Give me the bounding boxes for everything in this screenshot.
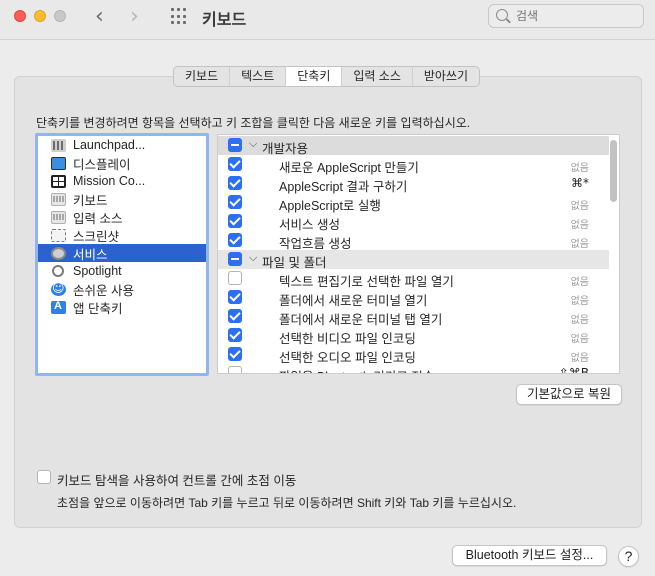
shortcut-key[interactable]: 없음 <box>571 159 589 174</box>
shortcut-row[interactable]: 폴더에서 새로운 터미널 탭 열기 없음 <box>218 307 609 327</box>
shortcut-key[interactable]: 없음 <box>571 292 589 307</box>
keyboard-icon <box>51 192 66 206</box>
category-label: 키보드 <box>73 193 108 208</box>
shortcut-list-scrollbar[interactable] <box>610 140 617 202</box>
category-item-mission-control[interactable]: Mission Co... <box>38 172 206 190</box>
keyboard-navigation-checkbox[interactable] <box>37 470 51 484</box>
shortcut-checkbox[interactable] <box>228 195 242 209</box>
help-button[interactable]: ? <box>618 546 639 567</box>
close-window-button[interactable] <box>14 10 26 22</box>
accessibility-icon <box>51 281 66 296</box>
search-field[interactable] <box>488 4 644 28</box>
shortcut-checkbox[interactable] <box>228 271 242 285</box>
shortcut-key[interactable]: 없음 <box>571 273 589 288</box>
shortcut-checkbox[interactable] <box>228 328 242 342</box>
input-source-icon <box>51 210 66 224</box>
shortcut-checkbox[interactable] <box>228 233 242 247</box>
shortcut-checkbox[interactable] <box>228 347 242 361</box>
category-label: 입력 소스 <box>73 211 123 226</box>
tab-shortcuts[interactable]: 단축키 <box>286 67 343 86</box>
category-label: 스크린샷 <box>73 229 120 244</box>
shortcut-row[interactable]: 새로운 AppleScript 만들기 없음 <box>218 155 609 175</box>
show-all-grid-icon[interactable] <box>171 8 188 25</box>
shortcut-key[interactable]: ⇧⌘B <box>559 366 589 373</box>
shortcut-row[interactable]: 선택한 오디오 파일 인코딩 없음 <box>218 345 609 365</box>
title-bar: ‹ › 키보드 <box>0 0 655 40</box>
shortcut-key[interactable]: 없음 <box>571 197 589 212</box>
tab-keyboard[interactable]: 키보드 <box>174 67 231 86</box>
category-item-app-shortcuts[interactable]: 앱 단축키 <box>38 298 206 316</box>
mission-control-icon <box>51 174 66 188</box>
category-item-services[interactable]: 서비스 <box>38 244 206 262</box>
category-item-spotlight[interactable]: Spotlight <box>38 262 206 280</box>
search-input[interactable] <box>516 8 636 24</box>
shortcut-row[interactable]: 선택한 비디오 파일 인코딩 없음 <box>218 326 609 346</box>
group-checkbox[interactable] <box>228 138 242 152</box>
category-label: 앱 단축키 <box>73 301 123 316</box>
back-button[interactable]: ‹ <box>95 6 104 28</box>
shortcut-label: 파일을 Bluetooth 기기로 전송 <box>279 366 434 373</box>
keyboard-navigation-note: 초점을 앞으로 이동하려면 Tab 키를 누르고 뒤로 이동하려면 Shift … <box>57 496 517 510</box>
chevron-down-icon[interactable]: ⌵ <box>249 251 257 265</box>
shortcut-group-developer[interactable]: ⌵ 개발자용 <box>218 136 609 156</box>
category-item-screenshot[interactable]: 스크린샷 <box>38 226 206 244</box>
shortcut-checkbox[interactable] <box>228 366 242 373</box>
shortcut-key[interactable]: 없음 <box>571 311 589 326</box>
category-list: Launchpad... 디스플레이 Mission Co... 키보드 입력 … <box>35 133 209 376</box>
chevron-down-icon[interactable]: ⌵ <box>249 137 257 151</box>
shortcut-group-files-folders[interactable]: ⌵ 파일 및 폴더 <box>218 250 609 270</box>
shortcut-checkbox[interactable] <box>228 290 242 304</box>
launchpad-icon <box>51 138 66 152</box>
shortcut-list: ⌵ 개발자용 새로운 AppleScript 만들기 없음 AppleScrip… <box>217 134 620 374</box>
screenshot-icon <box>51 228 66 242</box>
shortcut-key[interactable]: ⌘* <box>571 176 589 190</box>
services-icon <box>51 246 66 260</box>
tab-input-sources[interactable]: 입력 소스 <box>342 67 413 86</box>
shortcut-checkbox[interactable] <box>228 309 242 323</box>
shortcut-key[interactable]: 없음 <box>571 216 589 231</box>
tab-dictation[interactable]: 받아쓰기 <box>413 67 479 86</box>
shortcut-row[interactable]: AppleScript로 실행 없음 <box>218 193 609 213</box>
category-label: 디스플레이 <box>73 157 131 172</box>
category-label: 손쉬운 사용 <box>73 283 134 298</box>
shortcut-checkbox[interactable] <box>228 176 242 190</box>
category-label: Launchpad... <box>73 138 146 152</box>
zoom-window-button[interactable] <box>54 10 66 22</box>
category-label: Mission Co... <box>73 174 146 188</box>
category-item-keyboard[interactable]: 키보드 <box>38 190 206 208</box>
shortcut-row[interactable]: 파일을 Bluetooth 기기로 전송 ⇧⌘B <box>218 364 609 373</box>
shortcut-row[interactable]: 서비스 생성 없음 <box>218 212 609 232</box>
spotlight-icon <box>52 265 64 277</box>
shortcut-key[interactable]: 없음 <box>571 235 589 250</box>
bluetooth-keyboard-setup-button[interactable]: Bluetooth 키보드 설정... <box>452 545 607 566</box>
restore-defaults-button[interactable]: 기본값으로 복원 <box>516 384 622 405</box>
shortcut-row[interactable]: 폴더에서 새로운 터미널 열기 없음 <box>218 288 609 308</box>
shortcut-checkbox[interactable] <box>228 214 242 228</box>
instruction-text: 단축키를 변경하려면 항목을 선택하고 키 조합을 클릭한 다음 새로운 키를 … <box>36 116 471 130</box>
search-icon <box>496 9 508 21</box>
shortcut-row[interactable]: 텍스트 편집기로 선택한 파일 열기 없음 <box>218 269 609 289</box>
keyboard-navigation-label[interactable]: 키보드 탐색을 사용하여 컨트롤 간에 초점 이동 <box>57 470 296 489</box>
forward-button[interactable]: › <box>130 6 139 28</box>
category-label: Spotlight <box>73 264 122 278</box>
shortcut-checkbox[interactable] <box>228 157 242 171</box>
category-label: 서비스 <box>73 247 108 262</box>
category-item-accessibility[interactable]: 손쉬운 사용 <box>38 280 206 298</box>
category-item-input-sources[interactable]: 입력 소스 <box>38 208 206 226</box>
app-shortcuts-icon <box>51 300 66 314</box>
shortcut-key[interactable]: 없음 <box>571 349 589 364</box>
category-item-display[interactable]: 디스플레이 <box>38 154 206 172</box>
group-checkbox[interactable] <box>228 252 242 266</box>
display-icon <box>51 156 66 170</box>
shortcut-key[interactable]: 없음 <box>571 330 589 345</box>
tab-text[interactable]: 텍스트 <box>230 67 287 86</box>
shortcut-row[interactable]: AppleScript 결과 구하기 ⌘* <box>218 174 609 194</box>
minimize-window-button[interactable] <box>34 10 46 22</box>
shortcut-row[interactable]: 작업흐름 생성 없음 <box>218 231 609 251</box>
window-title: 키보드 <box>202 12 247 29</box>
category-item-launchpad[interactable]: Launchpad... <box>38 136 206 154</box>
tab-bar: 키보드 텍스트 단축키 입력 소스 받아쓰기 <box>173 66 481 87</box>
